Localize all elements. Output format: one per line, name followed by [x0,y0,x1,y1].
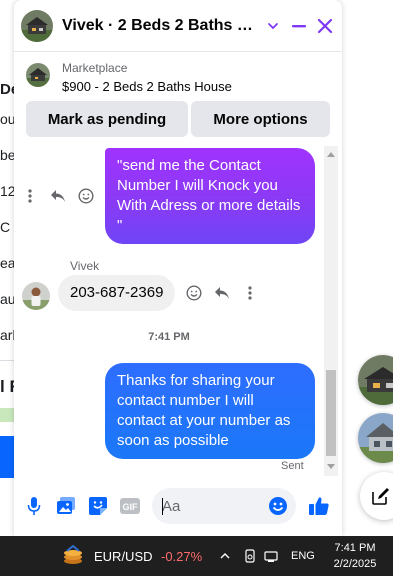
svg-text:GIF: GIF [123,502,139,512]
chat-header: Vivek · 2 Beds 2 Baths Hou... [14,0,342,52]
message-list[interactable]: "send me the Contact Number I will Knock… [14,146,342,476]
chat-title[interactable]: Vivek · 2 Beds 2 Baths Hou... [62,17,260,35]
chat-head[interactable] [358,413,393,463]
scroll-down-arrow[interactable] [327,464,335,469]
language-indicator[interactable]: ENG [291,536,315,576]
scroll-up-arrow[interactable] [327,152,335,157]
device-icon[interactable] [243,536,257,576]
react-emoji-icon[interactable] [184,283,204,303]
clock-time: 7:41 PM [334,542,376,554]
avatar[interactable] [22,282,50,310]
microphone-icon[interactable] [23,495,45,517]
text-cursor [162,498,163,515]
compose-icon [372,488,389,505]
marketplace-listing[interactable]: Marketplace $900 - 2 Beds 2 Baths House [14,56,342,100]
photo-icon[interactable] [55,495,77,517]
received-message-bubble[interactable]: 203-687-2369 [58,275,176,311]
ticker-change: -0.27% [161,548,203,564]
stocks-widget-icon[interactable] [62,536,84,576]
message-composer: GIF [14,478,342,536]
listing-thumbnail [26,63,50,87]
listing-source: Marketplace [62,61,128,75]
scrollbar-thumb[interactable] [326,370,336,456]
new-message-button[interactable] [360,472,393,520]
sent-status: Sent [281,460,304,472]
taskbar: EUR/USD -0.27% ENG 7:41 PM 2/2/2025 [0,536,393,576]
chevron-down-icon[interactable] [260,11,286,41]
mark-as-pending-button[interactable]: Mark as pending [26,101,188,137]
message-line: With Adress or more details [117,197,301,214]
more-options-button[interactable]: More options [191,101,330,137]
reply-icon[interactable] [212,283,232,303]
clock[interactable]: 7:41 PM 2/2/2025 [328,540,382,572]
like-icon[interactable] [308,495,330,517]
chevron-up-icon[interactable] [219,536,231,576]
message-line: " [117,217,123,234]
sticker-icon[interactable] [87,495,109,517]
clock-date: 2/2/2025 [333,558,377,570]
chat-window: Vivek · 2 Beds 2 Baths Hou... Marketplac… [14,0,342,536]
network-icon[interactable] [264,536,278,576]
message-line: contact number I will [117,392,254,409]
sender-name: Vivek [70,259,100,273]
chat-head[interactable] [358,355,393,405]
message-line: Thanks for sharing your [117,372,275,389]
timestamp-divider: 7:41 PM [148,331,190,343]
more-icon[interactable] [20,186,40,206]
sent-message-bubble[interactable]: Thanks for sharing your contact number I… [105,363,315,459]
minimize-icon[interactable] [286,11,312,41]
react-emoji-icon[interactable] [76,186,96,206]
close-icon[interactable] [312,11,338,41]
gif-icon[interactable]: GIF [119,495,141,517]
reply-icon[interactable] [48,186,68,206]
ticker-pair[interactable]: EUR/USD [94,536,153,576]
message-line: soon as possible [117,432,229,449]
message-line: contact at your number as [117,412,291,429]
more-icon[interactable] [240,283,260,303]
message-line: Number I will Knock you [117,177,278,194]
emoji-icon[interactable] [267,495,289,517]
sent-message-bubble[interactable]: "send me the Contact Number I will Knock… [105,148,315,244]
message-line: "send me the Contact [117,157,261,174]
listing-title: $900 - 2 Beds 2 Baths House [62,79,232,94]
avatar[interactable] [21,9,53,42]
